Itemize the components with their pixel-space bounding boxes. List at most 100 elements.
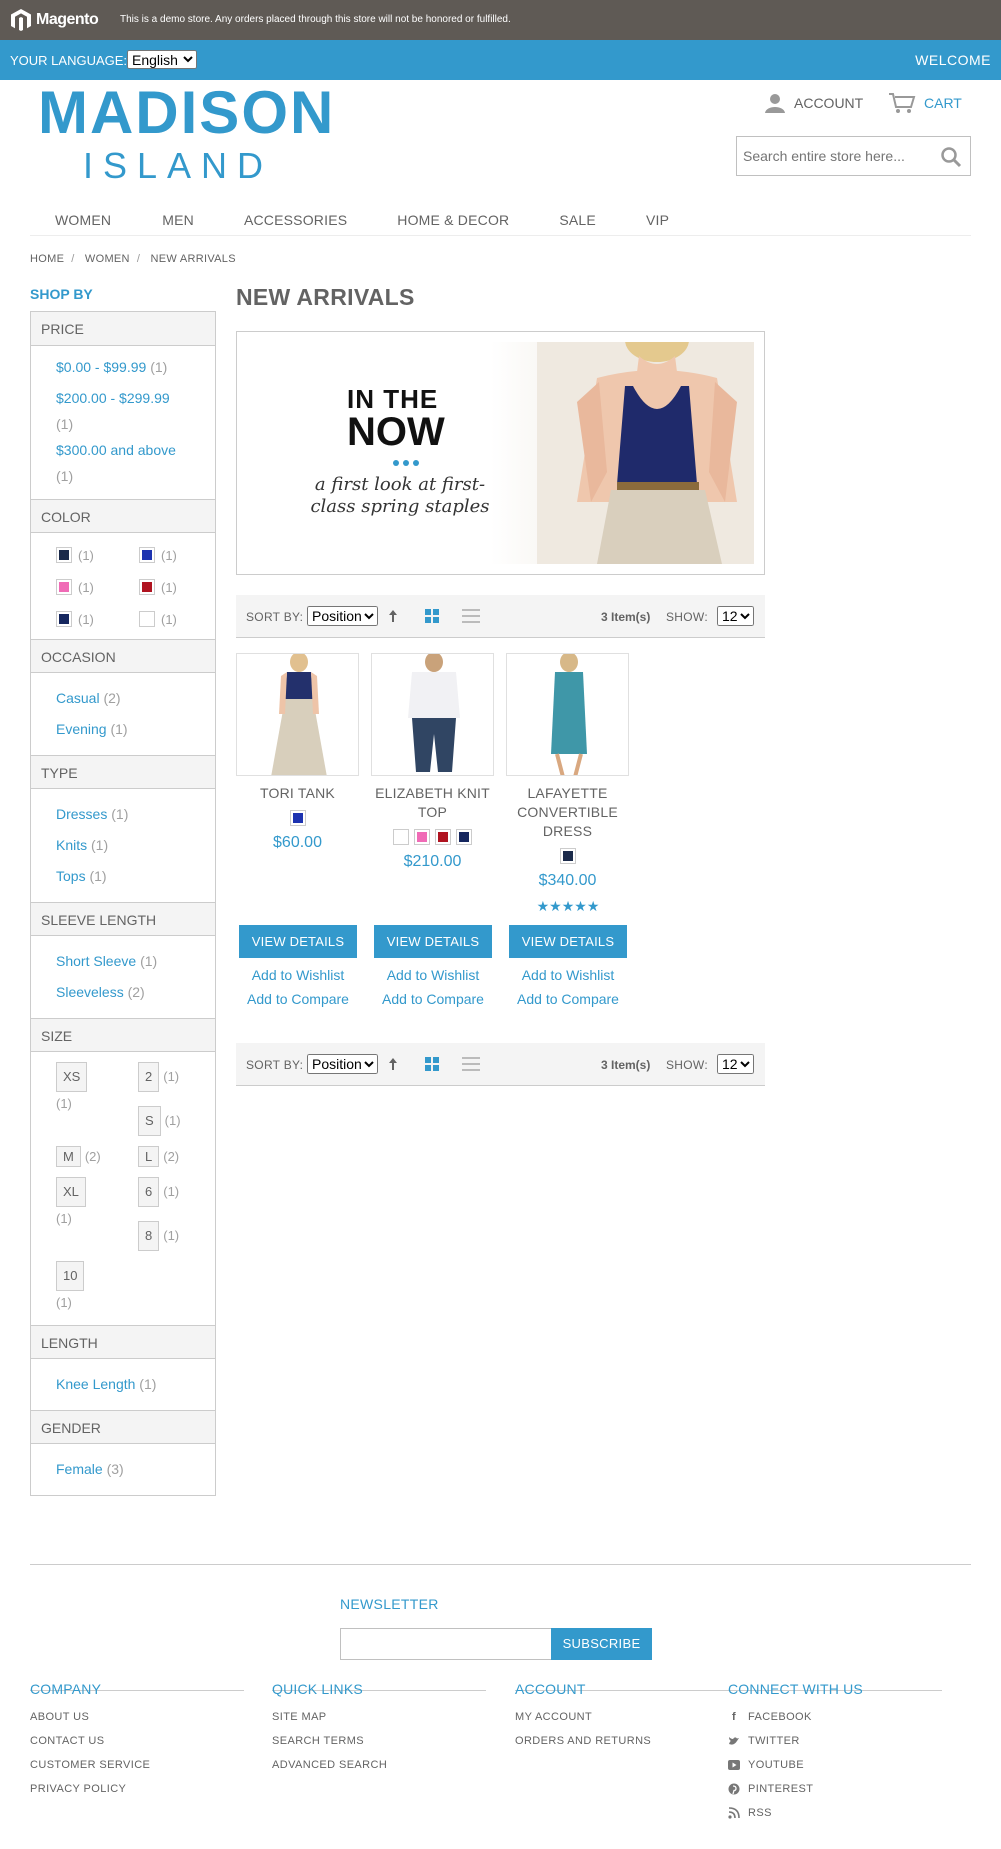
product-name[interactable]: ELIZABETH KNIT TOP [370,784,495,822]
promo-banner[interactable]: IN THE NOW a first look at first-class s… [236,331,765,575]
product-color-swatch[interactable] [435,829,451,845]
color-swatch[interactable] [139,579,155,595]
filter-gender-title[interactable]: GENDER [31,1410,215,1444]
product-color-swatch[interactable] [559,848,576,864]
product-name[interactable]: TORI TANK [235,784,360,803]
size-m[interactable]: M [56,1146,81,1167]
filter-occasion-casual[interactable]: Casual [56,690,100,706]
filter-color-title[interactable]: COLOR [31,499,215,533]
grid-view-button[interactable] [425,609,440,626]
add-to-wishlist-link[interactable]: Add to Wishlist [363,967,503,983]
size-2[interactable]: 2 [138,1062,160,1092]
footer-link-youtube[interactable]: YOUTUBE [748,1753,804,1777]
product-color-swatch[interactable] [456,829,472,845]
filter-occasion-evening[interactable]: Evening [56,721,107,737]
filter-gender-female[interactable]: Female [56,1461,103,1477]
footer-link-facebook[interactable]: FACEBOOK [748,1705,812,1729]
footer-link-contact-us[interactable]: CONTACT US [30,1729,105,1753]
search-button[interactable] [940,146,962,173]
nav-item-sale[interactable]: SALE [534,206,621,235]
nav-item-vip[interactable]: VIP [621,206,694,235]
sort-select[interactable]: Position [307,606,378,626]
add-to-compare-link[interactable]: Add to Compare [228,991,368,1007]
list-view-button[interactable] [462,1057,480,1074]
account-link[interactable]: ACCOUNT [764,92,863,114]
footer-link-my-account[interactable]: MY ACCOUNT [515,1705,592,1729]
view-details-button[interactable]: VIEW DETAILS [374,925,492,958]
product-rating[interactable]: ★ ★ ★ ★ ★ [505,898,630,915]
footer-link-rss[interactable]: RSS [748,1801,772,1825]
cart-link[interactable]: CART [888,92,962,114]
size-xs[interactable]: XS [56,1062,88,1092]
footer-link-customer-service[interactable]: CUSTOMER SERVICE [30,1753,150,1777]
footer-link-about-us[interactable]: ABOUT US [30,1705,89,1729]
color-swatch[interactable] [56,611,72,627]
footer-link-privacy-policy[interactable]: PRIVACY POLICY [30,1777,126,1801]
size-6[interactable]: 6 [138,1177,160,1207]
subscribe-button[interactable]: SUBSCRIBE [551,1628,652,1660]
filter-length-knee[interactable]: Knee Length [56,1376,135,1392]
add-to-wishlist-link[interactable]: Add to Wishlist [228,967,368,983]
filter-sleeve-sleeveless[interactable]: Sleeveless [56,984,124,1000]
filter-occasion-title[interactable]: OCCASION [31,639,215,673]
color-swatch[interactable] [56,579,72,595]
sort-select[interactable]: Position [307,1054,378,1074]
product-image[interactable] [371,653,494,776]
product-image[interactable] [506,653,629,776]
list-view-button[interactable] [462,609,480,626]
footer-link-search-terms[interactable]: SEARCH TERMS [272,1729,364,1753]
nav-item-women[interactable]: WOMEN [30,206,136,235]
color-swatch[interactable] [56,547,72,563]
filter-sleeve-short[interactable]: Short Sleeve [56,953,136,969]
filter-size-title[interactable]: SIZE [31,1018,215,1052]
filter-type-title[interactable]: TYPE [31,755,215,789]
add-to-compare-link[interactable]: Add to Compare [363,991,503,1007]
footer-link-twitter[interactable]: TWITTER [748,1729,800,1753]
add-to-compare-link[interactable]: Add to Compare [498,991,638,1007]
color-swatch[interactable] [139,611,155,627]
nav-item-men[interactable]: MEN [136,206,219,235]
filter-sleeve-title[interactable]: SLEEVE LENGTH [31,902,215,936]
product-image[interactable] [236,653,359,776]
color-swatch[interactable] [139,547,155,563]
search-input[interactable] [743,146,933,166]
filter-price-0-99[interactable]: $0.00 - $99.99 [56,359,146,375]
size-8[interactable]: 8 [138,1221,160,1251]
add-to-wishlist-link[interactable]: Add to Wishlist [498,967,638,983]
language-select[interactable]: English [127,50,197,69]
filter-length-title[interactable]: LENGTH [31,1325,215,1359]
footer-link-pinterest[interactable]: PINTEREST [748,1777,813,1801]
size-l[interactable]: L [138,1146,160,1167]
newsletter-email-input[interactable] [340,1628,552,1660]
view-details-button[interactable]: VIEW DETAILS [239,925,357,958]
site-logo[interactable]: MADISON ISLAND [38,80,333,190]
size-s[interactable]: S [138,1106,161,1136]
footer-link-orders-returns[interactable]: ORDERS AND RETURNS [515,1729,651,1753]
product-color-swatch[interactable] [393,829,409,845]
filter-price-200-299[interactable]: $200.00 - $299.99 [56,390,170,406]
grid-view-button[interactable] [425,1057,440,1074]
nav-item-accessories[interactable]: ACCESSORIES [219,206,372,235]
filter-price-300-up[interactable]: $300.00 and above [56,442,176,458]
view-details-button[interactable]: VIEW DETAILS [509,925,627,958]
footer-link-advanced-search[interactable]: ADVANCED SEARCH [272,1753,387,1777]
filter-price-title[interactable]: PRICE [31,312,215,346]
limit-select[interactable]: 12 [717,1054,754,1074]
breadcrumb-women[interactable]: WOMEN [85,253,130,265]
footer-link-site-map[interactable]: SITE MAP [272,1705,327,1729]
size-xl[interactable]: XL [56,1177,86,1207]
filter-count: (1) [111,806,129,822]
filter-type-dresses[interactable]: Dresses [56,806,107,822]
breadcrumb-home[interactable]: HOME [30,253,64,265]
product-name[interactable]: LAFAYETTE CONVERTIBLE DRESS [505,784,630,841]
filter-type-knits[interactable]: Knits [56,837,87,853]
size-10[interactable]: 10 [56,1261,85,1291]
product-color-swatch[interactable] [289,810,306,826]
filter-type-tops[interactable]: Tops [56,868,86,884]
search-box [736,136,971,176]
product-color-swatch[interactable] [414,829,430,845]
nav-item-home-decor[interactable]: HOME & DECOR [372,206,534,235]
sort-direction-button[interactable] [388,609,398,626]
limit-select[interactable]: 12 [717,606,754,626]
sort-direction-button[interactable] [388,1057,398,1074]
